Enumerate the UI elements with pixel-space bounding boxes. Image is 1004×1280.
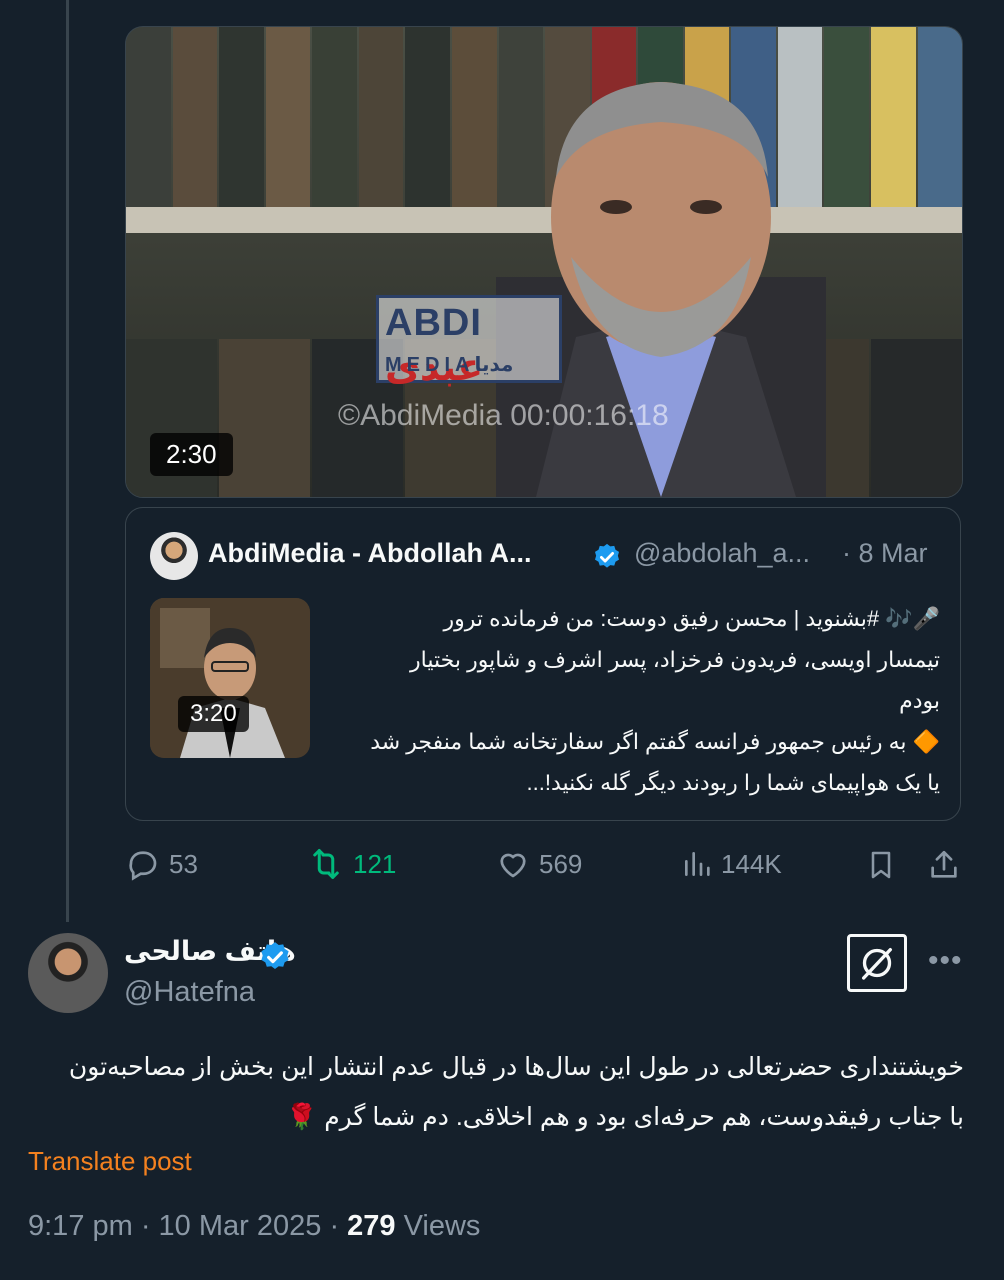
verified-badge-icon (261, 942, 289, 970)
bookmark-icon (871, 851, 891, 879)
translate-post-link[interactable]: Translate post (28, 1146, 192, 1177)
reply-icon (129, 851, 157, 881)
author-avatar[interactable] (28, 933, 108, 1013)
post-views-count: 279 (347, 1210, 396, 1242)
quoted-video-duration-badge: 3:20 (178, 696, 249, 732)
quoted-video-thumbnail[interactable]: 3:20 (150, 598, 310, 758)
abdi-media-watermark-logo: ABDI عبدی MEDIAمديا (376, 295, 562, 389)
share-button[interactable] (927, 846, 961, 884)
post-action-bar: 53 121 569 144K (125, 846, 961, 890)
author-handle[interactable]: @Hatefna (124, 976, 255, 1009)
quoted-author-handle[interactable]: @abdolah_a... (634, 538, 810, 569)
post-text-line: با جناب رفیقدوست، هم حرفه‌ای بود و هم اخ… (286, 1103, 964, 1131)
repost-icon (313, 849, 339, 879)
heart-icon (500, 853, 526, 878)
more-options-icon[interactable]: ••• (928, 944, 963, 978)
quoted-author-name[interactable]: AbdiMedia - Abdollah A... (208, 538, 532, 569)
post-timestamp[interactable]: 9:17 pm · 10 Mar 2025 · (28, 1210, 347, 1242)
post-views-label: Views (395, 1210, 481, 1242)
post-text-line: خویشتنداری حضرتعالی در طول این سال‌ها در… (68, 1053, 964, 1081)
views-chart-icon (685, 852, 710, 876)
bookmark-button[interactable] (865, 846, 897, 884)
thumbnail-person-figure (150, 598, 310, 758)
quoted-post[interactable]: AbdiMedia - Abdollah A... @abdolah_a... … (125, 507, 961, 821)
quoted-author-avatar[interactable] (150, 532, 198, 580)
grok-button[interactable] (847, 934, 907, 992)
post-timestamp-views: 9:17 pm · 10 Mar 2025 · 279 Views (28, 1210, 480, 1243)
repost-count: 121 (353, 848, 397, 879)
quoted-post-text: 🎤🎶 #بشنوید | محسن رفیق دوست: من فرمانده … (340, 598, 940, 803)
reply-button[interactable]: 53 (125, 846, 198, 882)
post-text: خویشتنداری حضرتعالی در طول این سال‌ها در… (20, 1042, 964, 1142)
video-timestamp-watermark: ©AbdiMedia 00:00:16:18 (338, 399, 669, 432)
quoted-text-line: 🎤🎶 #بشنوید | محسن رفیق دوست: من فرمانده … (443, 606, 941, 631)
quoted-post-date[interactable]: · 8 Mar (842, 538, 928, 569)
share-icon (931, 850, 957, 878)
quoted-text-line: یا یک هواپیمای شما را ربودند دیگر گله نک… (526, 770, 941, 795)
grok-icon (862, 948, 892, 980)
video-player[interactable]: ABDI عبدی MEDIAمديا ©AbdiMedia 00:00:16:… (125, 26, 963, 498)
thread-connector-line (66, 0, 69, 922)
views-button[interactable]: 144K (681, 846, 782, 882)
quoted-text-line: تیمسار اویسی، فریدون فرخزاد، پسر اشرف و … (410, 647, 940, 672)
quoted-text-line: بودم (899, 688, 940, 713)
reply-count: 53 (169, 848, 198, 879)
repost-button[interactable]: 121 (307, 846, 396, 882)
verified-badge-icon (595, 543, 619, 568)
quoted-text-line: 🔶 به رئیس جمهور فرانسه گفتم اگر سفارتخان… (370, 729, 940, 754)
like-button[interactable]: 569 (495, 846, 582, 882)
like-count: 569 (539, 848, 583, 879)
video-duration-badge: 2:30 (150, 433, 233, 476)
views-count: 144K (721, 848, 782, 879)
